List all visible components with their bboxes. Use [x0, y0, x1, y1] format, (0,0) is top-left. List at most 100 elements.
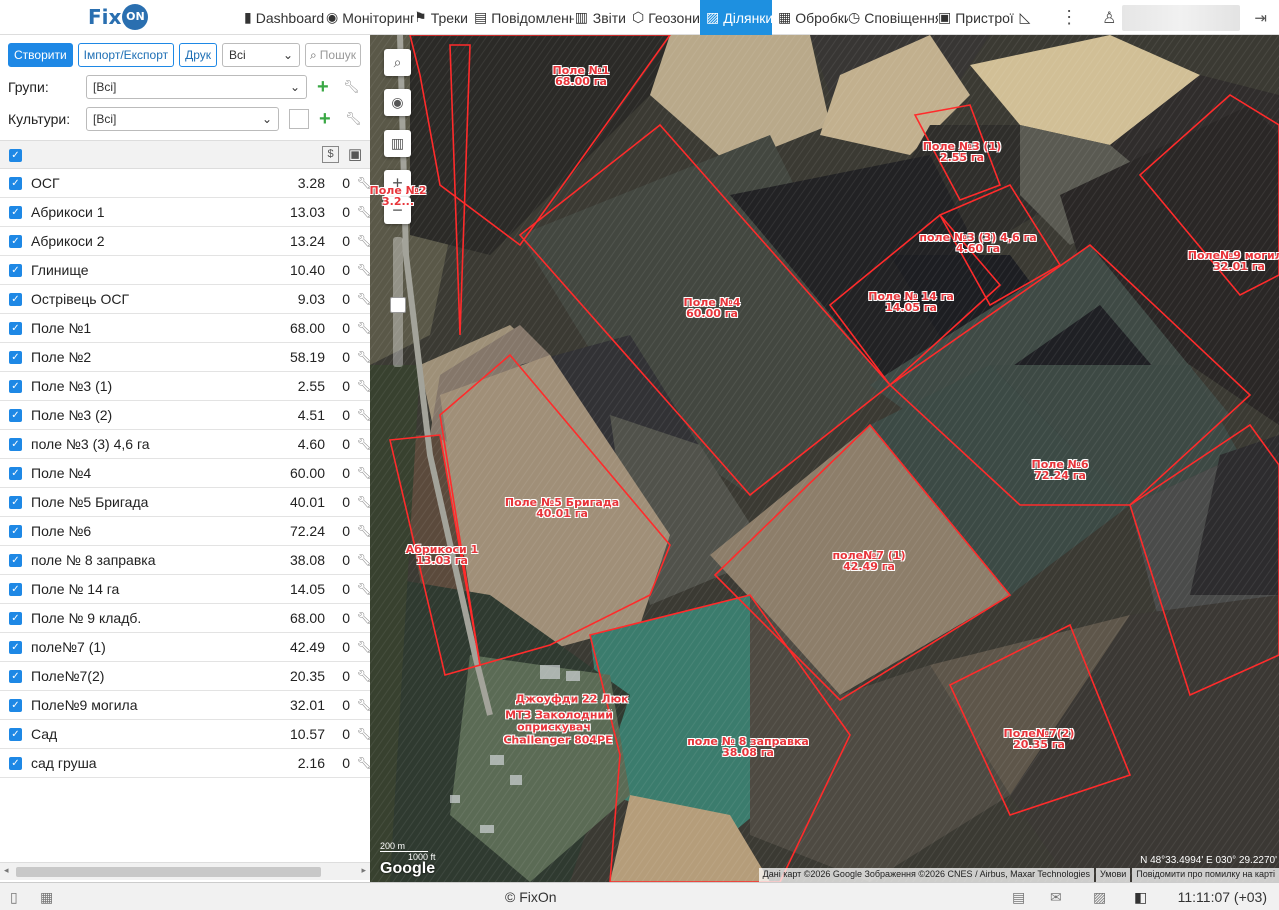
satellite-map[interactable]: ⌕ ◉ ▥ + − Поле №1 68.00 га Поле №3 (1) 2.5… [370, 35, 1279, 882]
wrench-icon[interactable]: 🔧︎ [357, 234, 370, 248]
list-item[interactable]: ✓ Поле№7(2) 20.35 0 🔧︎ [0, 662, 370, 691]
layout-icon[interactable]: ◧ [1134, 889, 1147, 906]
zoom-slider-handle[interactable] [390, 297, 406, 313]
add-group-icon[interactable]: + [317, 76, 331, 99]
map-field-label[interactable]: Поле№9 могила32.01 га [1188, 250, 1279, 272]
wrench-icon[interactable]: 🔧︎ [357, 466, 370, 480]
nav-fields[interactable]: ▨ Ділянки [700, 0, 772, 35]
wrench-icon[interactable]: 🔧︎ [357, 176, 370, 190]
wrench-icon[interactable]: 🔧︎ [357, 350, 370, 364]
vehicle-label[interactable]: Challenger 804PE [503, 735, 612, 746]
wrench-icon[interactable]: 🔧︎ [357, 524, 370, 538]
nav-geofences[interactable]: ⬡ Геозони [632, 0, 700, 35]
wrench-icon[interactable]: 🔧︎ [357, 408, 370, 422]
list-item[interactable]: ✓ поле № 8 заправка 38.08 0 🔧︎ [0, 546, 370, 575]
field-checkbox[interactable]: ✓ [9, 408, 22, 422]
field-checkbox[interactable]: ✓ [9, 234, 22, 248]
wrench-icon[interactable]: 🔧︎ [357, 437, 370, 451]
list-item[interactable]: ✓ Поле № 14 га 14.05 0 🔧︎ [0, 575, 370, 604]
field-checkbox[interactable]: ✓ [9, 205, 22, 219]
nav-extra[interactable]: ◺ [1016, 0, 1044, 35]
map-field-label[interactable]: Поле №6 72.24 га [1032, 459, 1089, 481]
field-checkbox[interactable]: ✓ [9, 350, 22, 364]
vehicle-label[interactable]: Джоуфди 22 Люк [515, 694, 628, 705]
list-item[interactable]: ✓ сад груша 2.16 0 🔧︎ [0, 749, 370, 778]
field-checkbox[interactable]: ✓ [9, 611, 22, 625]
vehicle-label[interactable]: оприскувач [517, 722, 591, 733]
field-checkbox[interactable]: ✓ [9, 669, 22, 683]
list-item[interactable]: ✓ Сад 10.57 0 🔧︎ [0, 720, 370, 749]
field-checkbox[interactable]: ✓ [9, 466, 22, 480]
field-checkbox[interactable]: ✓ [9, 640, 22, 654]
field-checkbox[interactable]: ✓ [9, 379, 22, 393]
map-field-label[interactable]: Поле №3 (1) 2.55 га [923, 141, 1002, 163]
vehicle-icon[interactable]: ▣ [348, 145, 362, 163]
nav-reports[interactable]: ▥ Звіти [574, 0, 632, 35]
field-checkbox[interactable]: ✓ [9, 263, 22, 277]
mail-icon[interactable]: ✉ [1050, 889, 1062, 906]
map-field-label[interactable]: Поле №2 3.2... [370, 185, 427, 207]
map-field-label[interactable]: поле№7 (1) 42.49 га [832, 550, 905, 572]
create-button[interactable]: Створити [8, 43, 73, 67]
search-input[interactable]: ⌕ Пошук [305, 43, 362, 67]
wrench-icon[interactable]: 🔧︎ [357, 553, 370, 567]
zoom-slider[interactable] [390, 237, 406, 367]
field-checkbox[interactable]: ✓ [9, 582, 22, 596]
nav-tracks[interactable]: ⚑ Треки [414, 0, 474, 35]
nav-processing[interactable]: ▦ Обробки [772, 0, 848, 35]
cost-icon[interactable]: $ [322, 146, 339, 163]
map-field-label[interactable]: Поле №1 68.00 га [553, 65, 610, 87]
scroll-left-icon[interactable]: ◂ [4, 865, 9, 876]
cultures-select[interactable]: [Всі] ⌄ [86, 107, 279, 131]
print-button[interactable]: Друк [179, 43, 218, 67]
map-field-label[interactable]: поле №3 (3) 4,6 га 4.60 га [919, 232, 1036, 254]
wrench-icon[interactable]: 🔧︎ [345, 111, 362, 127]
map-field-label[interactable]: поле № 8 заправка 38.08 га [687, 736, 809, 758]
list-item[interactable]: ✓ Поле №2 58.19 0 🔧︎ [0, 343, 370, 372]
more-menu-icon[interactable]: ⋮ [1060, 7, 1078, 28]
vehicle-label[interactable]: МТЗ Заколодний [505, 710, 613, 721]
wrench-icon[interactable]: 🔧︎ [357, 263, 370, 277]
user-icon[interactable]: ♙ [1102, 8, 1116, 28]
field-checkbox[interactable]: ✓ [9, 553, 22, 567]
wrench-icon[interactable]: 🔧︎ [357, 756, 370, 770]
wrench-icon[interactable]: 🔧︎ [357, 205, 370, 219]
field-checkbox[interactable]: ✓ [9, 756, 22, 770]
wrench-icon[interactable]: 🔧︎ [357, 611, 370, 625]
field-checkbox[interactable]: ✓ [9, 495, 22, 509]
wrench-icon[interactable]: 🔧︎ [357, 669, 370, 683]
scroll-right-icon[interactable]: ▸ [361, 865, 366, 876]
image-icon[interactable]: ▨ [1093, 889, 1106, 906]
list-item[interactable]: ✓ поле №3 (3) 4,6 га 4.60 0 🔧︎ [0, 430, 370, 459]
list-item[interactable]: ✓ Острівець ОСГ 9.03 0 🔧︎ [0, 285, 370, 314]
list-item[interactable]: ✓ Абрикоси 1 13.03 0 🔧︎ [0, 198, 370, 227]
select-all-checkbox[interactable]: ✓ [9, 149, 22, 162]
list-item[interactable]: ✓ поле№7 (1) 42.49 0 🔧︎ [0, 633, 370, 662]
groups-select[interactable]: [Всі] ⌄ [86, 75, 307, 99]
fixon-logo[interactable]: Fix ON [88, 4, 149, 30]
list-item[interactable]: ✓ Поле №3 (2) 4.51 0 🔧︎ [0, 401, 370, 430]
filter-select[interactable]: Всі ⌄ [222, 43, 301, 67]
field-checkbox[interactable]: ✓ [9, 292, 22, 306]
map-field-label[interactable]: Поле № 14 га 14.05 га [868, 291, 953, 313]
panel-toggle-icon[interactable]: ▯ [10, 889, 18, 906]
map-field-label[interactable]: Поле №4 60.00 га [684, 297, 741, 319]
map-field-label[interactable]: Поле№7(2) 20.35 га [1004, 728, 1075, 750]
messages-icon[interactable]: ▤ [1012, 889, 1025, 906]
wrench-icon[interactable]: 🔧︎ [357, 640, 370, 654]
list-item[interactable]: ✓ Поле №1 68.00 0 🔧︎ [0, 314, 370, 343]
list-item[interactable]: ✓ Поле № 9 кладб. 68.00 0 🔧︎ [0, 604, 370, 633]
field-checkbox[interactable]: ✓ [9, 727, 22, 741]
wrench-icon[interactable]: 🔧︎ [357, 379, 370, 393]
list-item[interactable]: ✓ Глинище 10.40 0 🔧︎ [0, 256, 370, 285]
wrench-icon[interactable]: 🔧︎ [357, 698, 370, 712]
horizontal-scrollbar[interactable]: ◂ ▸ [0, 862, 370, 880]
report-error-link[interactable]: Повідомити про помилку на карті [1132, 868, 1279, 882]
culture-color-box[interactable] [289, 109, 309, 129]
add-culture-icon[interactable]: + [319, 108, 333, 131]
field-checkbox[interactable]: ✓ [9, 698, 22, 712]
list-item[interactable]: ✓ Поле №6 72.24 0 🔧︎ [0, 517, 370, 546]
terms-link[interactable]: Умови [1095, 868, 1131, 882]
map-visibility-button[interactable]: ◉ [384, 89, 411, 116]
list-item[interactable]: ✓ Абрикоси 2 13.24 0 🔧︎ [0, 227, 370, 256]
